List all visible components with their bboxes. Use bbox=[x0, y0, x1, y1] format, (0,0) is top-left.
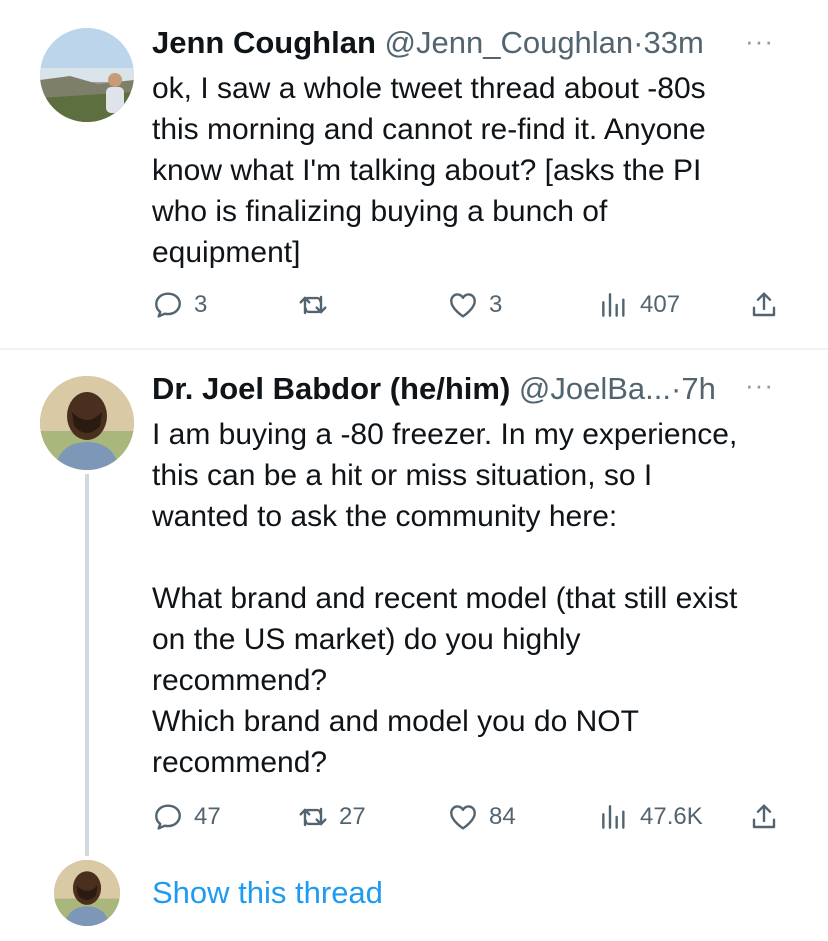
like-button[interactable]: 84 bbox=[447, 797, 516, 837]
heart-icon bbox=[450, 293, 476, 318]
heart-icon bbox=[450, 805, 476, 830]
thread-connector-line bbox=[85, 474, 89, 856]
tweet-text-line: this morning and cannot re-find it. Anyo… bbox=[152, 113, 706, 146]
avatar-jenn-coughlan[interactable] bbox=[40, 28, 134, 122]
author-handle[interactable]: @Jenn_Coughlan bbox=[385, 25, 634, 60]
tweet-header: Dr. Joel Babdor (he/him) @JoelBa...·7h bbox=[152, 371, 716, 407]
retweet-icon bbox=[299, 807, 327, 827]
tweet-text-line: know what I'm talking about? [asks the P… bbox=[152, 154, 702, 187]
more-options-icon[interactable]: ··· bbox=[745, 370, 774, 401]
reply-icon bbox=[155, 292, 181, 318]
tweet-text-line: on the US market) do you highly bbox=[152, 623, 581, 656]
like-count: 3 bbox=[489, 291, 503, 318]
tweet-actions: 3 3 407 bbox=[152, 285, 792, 325]
tweet-actions: 47 27 84 47.6K bbox=[152, 797, 792, 837]
retweet-button[interactable]: 27 bbox=[297, 797, 366, 837]
separator-dot: · bbox=[633, 25, 644, 60]
views-chart-icon bbox=[602, 293, 625, 317]
avatar-portrait-photo bbox=[40, 376, 134, 470]
tweet-text-line: equipment] bbox=[152, 236, 301, 269]
views-button[interactable]: 407 bbox=[598, 285, 680, 325]
share-icon bbox=[752, 804, 776, 829]
avatar-joel-babdor-small[interactable] bbox=[54, 860, 120, 926]
like-button[interactable]: 3 bbox=[447, 285, 502, 325]
tweet-header: Jenn Coughlan @Jenn_Coughlan·33m bbox=[152, 25, 704, 61]
tweet-text-line: Which brand and model you do NOT bbox=[152, 705, 639, 738]
reply-count: 47 bbox=[194, 803, 221, 830]
tweet-text: ok, I saw a whole tweet thread about -80… bbox=[152, 68, 802, 273]
tweet-text: I am buying a -80 freezer. In my experie… bbox=[152, 414, 802, 783]
views-button[interactable]: 47.6K bbox=[598, 797, 703, 837]
avatar-beach-photo bbox=[40, 28, 134, 122]
author-name[interactable]: Dr. Joel Babdor (he/him) bbox=[152, 371, 510, 406]
retweet-icon bbox=[299, 295, 327, 315]
avatar-joel-babdor[interactable] bbox=[40, 376, 134, 470]
retweet-count: 27 bbox=[339, 803, 366, 830]
tweet-text-line: What brand and recent model (that still … bbox=[152, 582, 738, 615]
timeline: Jenn Coughlan @Jenn_Coughlan·33m ··· ok,… bbox=[0, 0, 828, 941]
show-thread-link[interactable]: Show this thread bbox=[152, 874, 383, 912]
tweet-text-line: wanted to ask the community here: bbox=[152, 500, 618, 533]
share-button[interactable] bbox=[748, 797, 780, 837]
share-icon bbox=[752, 292, 776, 317]
author-handle[interactable]: @JoelBa... bbox=[519, 371, 671, 406]
reply-icon bbox=[155, 804, 181, 830]
tweet-timestamp[interactable]: 33m bbox=[644, 25, 704, 60]
tweet-text-line: ok, I saw a whole tweet thread about -80… bbox=[152, 72, 706, 105]
views-count: 407 bbox=[640, 291, 681, 318]
views-chart-icon bbox=[602, 805, 625, 829]
tweet-text-line: recommend? bbox=[152, 664, 328, 697]
tweet-text-line: I am buying a -80 freezer. In my experie… bbox=[152, 418, 738, 451]
more-options-icon[interactable]: ··· bbox=[745, 26, 774, 57]
avatar-portrait-photo bbox=[54, 860, 120, 926]
tweet-timestamp[interactable]: 7h bbox=[681, 371, 715, 406]
tweet-text-line: this can be a hit or miss situation, so … bbox=[152, 459, 653, 492]
tweet-text-line: recommend? bbox=[152, 746, 328, 779]
like-count: 84 bbox=[489, 803, 516, 830]
reply-button[interactable]: 47 bbox=[152, 797, 221, 837]
retweet-button[interactable] bbox=[297, 285, 329, 325]
author-name[interactable]: Jenn Coughlan bbox=[152, 25, 376, 60]
reply-count: 3 bbox=[194, 291, 208, 318]
separator-dot: · bbox=[671, 371, 682, 406]
share-button[interactable] bbox=[748, 285, 780, 325]
views-count: 47.6K bbox=[640, 803, 703, 830]
reply-button[interactable]: 3 bbox=[152, 285, 207, 325]
tweet-text-line: who is finalizing buying a bunch of bbox=[152, 195, 608, 228]
